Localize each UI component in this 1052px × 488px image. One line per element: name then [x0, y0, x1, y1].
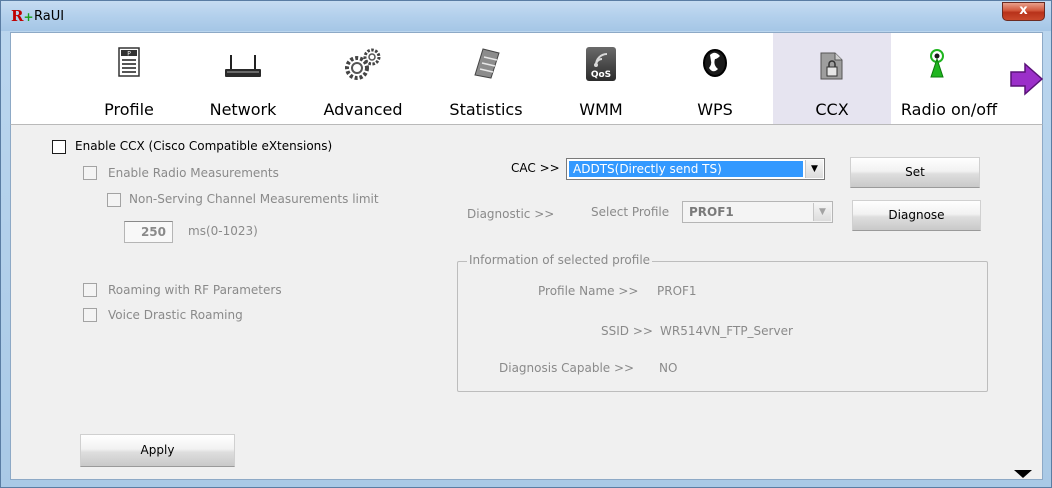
voice-drastic-roaming-checkbox[interactable] — [83, 308, 97, 322]
profile-icon: P — [118, 47, 140, 77]
cac-select-value: ADDTS(Directly send TS) — [569, 161, 803, 177]
network-icon — [225, 55, 261, 77]
radio-antenna-icon — [930, 49, 944, 78]
toolbar-ccx-button[interactable]: CCX — [773, 33, 891, 125]
scroll-down-icon[interactable] — [1014, 470, 1032, 478]
main-toolbar: P Profile Network Advanced Statistics Qo… — [10, 32, 1044, 125]
diagnosis-capable-value: NO — [659, 361, 678, 375]
toolbar-wps-button[interactable]: WPS — [665, 33, 765, 125]
diagnose-button[interactable]: Diagnose — [852, 200, 981, 231]
enable-ccx-label: Enable CCX (Cisco Compatible eXtensions) — [75, 139, 333, 153]
chevron-down-icon: ▼ — [813, 203, 831, 221]
voice-drastic-roaming-label: Voice Drastic Roaming — [108, 308, 243, 322]
toolbar-wmm-button[interactable]: QoS WMM — [557, 33, 645, 125]
enable-ccx-checkbox[interactable] — [52, 140, 66, 154]
toolbar-network-button[interactable]: Network — [193, 33, 293, 125]
enable-radio-measurements-checkbox[interactable] — [83, 166, 97, 180]
select-profile-label: Select Profile — [591, 205, 670, 219]
roaming-rf-label: Roaming with RF Parameters — [108, 283, 282, 297]
enable-radio-measurements-label: Enable Radio Measurements — [108, 166, 279, 180]
ccx-panel: Enable CCX (Cisco Compatible eXtensions)… — [10, 124, 1043, 480]
svg-text:P: P — [127, 51, 131, 58]
toolbar-next-button[interactable] — [1008, 59, 1044, 99]
qos-icon: QoS — [586, 47, 616, 81]
profile-name-value: PROF1 — [657, 284, 697, 298]
roaming-rf-checkbox[interactable] — [83, 283, 97, 297]
toolbar-radio-label: Radio on/off — [900, 100, 998, 119]
window-title: RaUI — [34, 9, 65, 24]
cac-select[interactable]: ADDTS(Directly send TS) ▼ — [566, 158, 825, 180]
diagnosis-capable-label: Diagnosis Capable >> — [499, 361, 635, 375]
close-button[interactable]: x — [1002, 2, 1045, 21]
raui-window: R+ RaUI x P Profile Network Advanced Sta… — [0, 0, 1052, 488]
toolbar-statistics-label: Statistics — [449, 100, 523, 119]
title-bar[interactable]: R+ RaUI x — [1, 1, 1051, 31]
ccx-icon — [820, 52, 843, 80]
cac-label: CAC >> — [511, 161, 560, 175]
toolbar-ccx-label: CCX — [815, 100, 849, 119]
app-logo-icon: R+ — [11, 7, 34, 25]
statistics-icon — [474, 48, 500, 79]
toolbar-statistics-button[interactable]: Statistics — [431, 33, 541, 125]
gears-icon — [345, 48, 381, 80]
set-button[interactable]: Set — [850, 157, 980, 188]
non-serving-limit-checkbox[interactable] — [107, 193, 121, 207]
toolbar-wps-label: WPS — [697, 100, 733, 119]
profile-name-label: Profile Name >> — [538, 284, 639, 298]
toolbar-radio-button[interactable]: Radio on/off — [889, 33, 1009, 125]
chevron-down-icon: ▼ — [805, 160, 823, 178]
toolbar-wmm-label: WMM — [579, 100, 623, 119]
profile-select[interactable]: PROF1 ▼ — [682, 201, 833, 223]
toolbar-advanced-label: Advanced — [323, 100, 403, 119]
arrow-right-icon — [1010, 62, 1044, 96]
apply-button[interactable]: Apply — [80, 434, 235, 467]
wps-icon — [703, 49, 727, 77]
limit-value-input[interactable]: 250 — [124, 221, 173, 243]
non-serving-limit-label: Non-Serving Channel Measurements limit — [129, 192, 379, 206]
qos-text: QoS — [590, 70, 612, 80]
diagnostic-label: Diagnostic >> — [467, 207, 555, 221]
toolbar-profile-label: Profile — [104, 100, 154, 119]
toolbar-advanced-button[interactable]: Advanced — [313, 33, 413, 125]
toolbar-profile-button[interactable]: P Profile — [83, 33, 175, 125]
info-groupbox-legend: Information of selected profile — [467, 253, 653, 267]
ssid-label: SSID >> — [601, 324, 653, 338]
limit-unit-label: ms(0-1023) — [188, 224, 258, 238]
ssid-value: WR514VN_FTP_Server — [660, 324, 793, 338]
profile-select-value: PROF1 — [689, 205, 734, 219]
toolbar-network-label: Network — [209, 100, 277, 119]
